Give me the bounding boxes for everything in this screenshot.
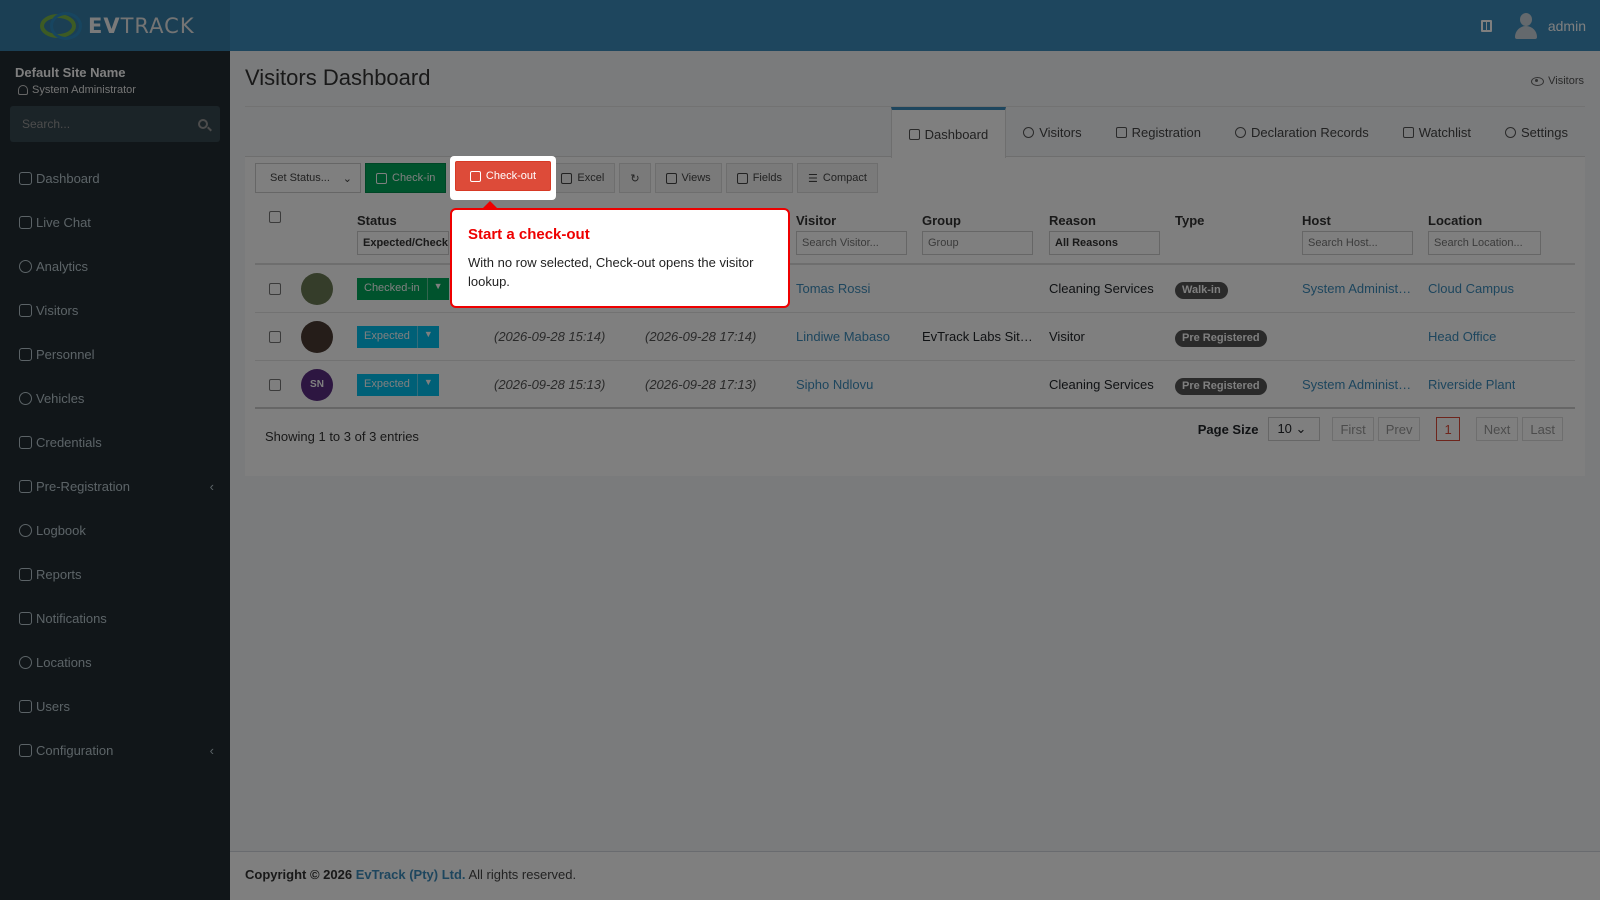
tour-overlay [0, 0, 1600, 900]
checkout-button[interactable]: Check-out [455, 161, 551, 191]
tour-tooltip: Start a check-out With no row selected, … [450, 201, 790, 308]
sign-out-icon [469, 170, 481, 182]
tour-highlight: Check-out [450, 156, 556, 200]
tooltip-title: Start a check-out [468, 226, 590, 243]
tooltip-body: With no row selected, Check-out opens th… [468, 255, 754, 289]
